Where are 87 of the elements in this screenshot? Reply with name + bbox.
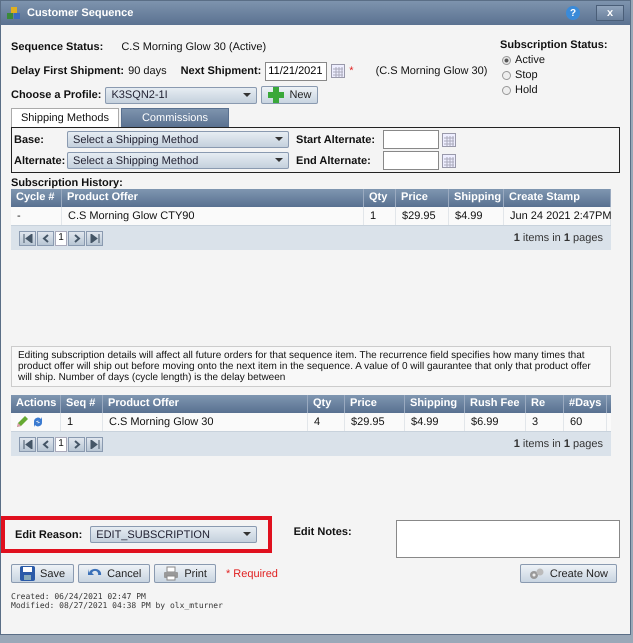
date-field[interactable]: [383, 130, 439, 149]
tab[interactable]: Commissions: [121, 108, 229, 127]
last-page-button[interactable]: [86, 230, 103, 246]
printer-icon: [163, 566, 180, 581]
page-number[interactable]: 1: [55, 436, 67, 452]
save-button[interactable]: Save: [11, 564, 74, 583]
calendar-icon[interactable]: [442, 132, 456, 146]
last-page-icon: [90, 440, 100, 448]
modified-text: Modified: 08/27/2021 04:38 PM by olx_mturner: [11, 601, 224, 610]
table-cell: 4: [308, 413, 345, 431]
radio-option[interactable]: Active: [502, 54, 610, 66]
next-icon: [72, 440, 80, 448]
sequence-status-value: C.S Morning Glow 30 (Active): [121, 41, 266, 53]
field-label: Subscription Status:: [500, 39, 609, 51]
section-title: Subscription History:: [11, 177, 124, 189]
dropdown[interactable]: Select a Shipping Method: [67, 152, 289, 169]
next-shipment-note: (C.S Morning Glow 30): [376, 65, 488, 77]
radio-option[interactable]: Hold: [502, 84, 610, 96]
last-page-button[interactable]: [86, 436, 103, 452]
delay-value: 90 days: [128, 65, 167, 77]
field-label: Edit Reason:: [15, 528, 82, 540]
window-title: Customer Sequence: [27, 7, 134, 19]
dropdown[interactable]: Select a Shipping Method: [67, 131, 289, 148]
created-text: Created: 06/24/2021 02:47 PM: [11, 592, 147, 601]
table-cell: C.S Morning Glow 30: [103, 413, 308, 431]
table-cell: 60: [564, 413, 607, 431]
help-button[interactable]: ?: [566, 6, 580, 20]
table-cell: $4.99: [449, 207, 504, 225]
dropdown-arrow-icon: [275, 158, 283, 163]
tab[interactable]: Shipping Methods: [11, 108, 119, 127]
field-label: Base:: [14, 134, 45, 146]
table-cell: -: [11, 207, 62, 225]
plus-icon: [268, 87, 284, 103]
pencil-icon[interactable]: [15, 415, 29, 429]
gears-icon: [528, 566, 545, 580]
field-label: End Alternate:: [296, 154, 372, 166]
cancel-button[interactable]: Cancel: [78, 564, 150, 583]
next-page-button[interactable]: [68, 230, 85, 246]
pager-summary: 1 items in 1 pages: [514, 232, 603, 244]
table-cell: $29.95: [396, 207, 449, 225]
first-page-icon: [22, 440, 32, 448]
first-page-button[interactable]: [19, 230, 36, 246]
table-cell: $6.99: [465, 413, 526, 431]
table-cell: 1: [61, 413, 103, 431]
print-button[interactable]: Print: [154, 564, 216, 583]
dropdown-arrow-icon: [243, 92, 252, 98]
field-label: Delay First Shipment:: [11, 65, 124, 77]
previous-icon: [42, 234, 50, 242]
table-cell: C.S Morning Glow CTY90: [62, 207, 364, 225]
pager-summary: 1 items in 1 pages: [514, 438, 603, 450]
required-mark: *: [349, 65, 354, 77]
field-label: Sequence Status:: [11, 41, 104, 53]
notes-field[interactable]: [396, 520, 620, 558]
previous-icon: [42, 440, 50, 448]
table-cell: $29.95: [345, 413, 405, 431]
date-field[interactable]: [383, 151, 439, 170]
previous-page-button[interactable]: [37, 436, 54, 452]
required-note: * Required: [226, 568, 279, 580]
table-cell: 1: [364, 207, 396, 225]
last-page-icon: [90, 234, 100, 242]
notice-text: Editing subscription details will affect all future orders for that sequence item. The recurrence field specifies how many times that product offer will ship out before moving onto the next item in the sequence. A value of 0 will gaurantee that only that product offer will ship. Number of days (cycle length) is the delay between: [11, 346, 611, 387]
blocks-icon: [7, 6, 21, 20]
table-cell: $4.99: [405, 413, 465, 431]
previous-page-button[interactable]: [37, 230, 54, 246]
new-button[interactable]: New: [261, 86, 318, 104]
next-page-button[interactable]: [68, 436, 85, 452]
table-cell: Jun 24 2021 2:47PM: [504, 207, 611, 225]
calendar-icon[interactable]: [331, 64, 346, 78]
create-now-button[interactable]: Create Now: [520, 564, 617, 583]
refresh-icon[interactable]: [31, 415, 45, 429]
first-page-button[interactable]: [19, 436, 36, 452]
dropdown[interactable]: K3SQN2-1I: [105, 86, 258, 104]
field-label: Choose a Profile:: [11, 89, 102, 101]
dropdown-arrow-icon: [243, 532, 252, 537]
radio-option[interactable]: Stop: [502, 69, 610, 81]
field-label: Next Shipment:: [180, 65, 262, 77]
calendar-icon[interactable]: [442, 154, 456, 168]
dropdown[interactable]: EDIT_SUBSCRIPTION: [90, 526, 258, 543]
field-label: Alternate:: [14, 154, 64, 166]
date-field[interactable]: 11/21/2021: [265, 62, 328, 80]
field-label: Edit Notes:: [294, 526, 353, 538]
next-icon: [72, 234, 80, 242]
table-cell: 3: [526, 413, 564, 431]
dropdown-arrow-icon: [275, 137, 283, 142]
first-page-icon: [22, 234, 32, 242]
page-number[interactable]: 1: [55, 230, 67, 246]
field-label: Start Alternate:: [296, 134, 376, 146]
